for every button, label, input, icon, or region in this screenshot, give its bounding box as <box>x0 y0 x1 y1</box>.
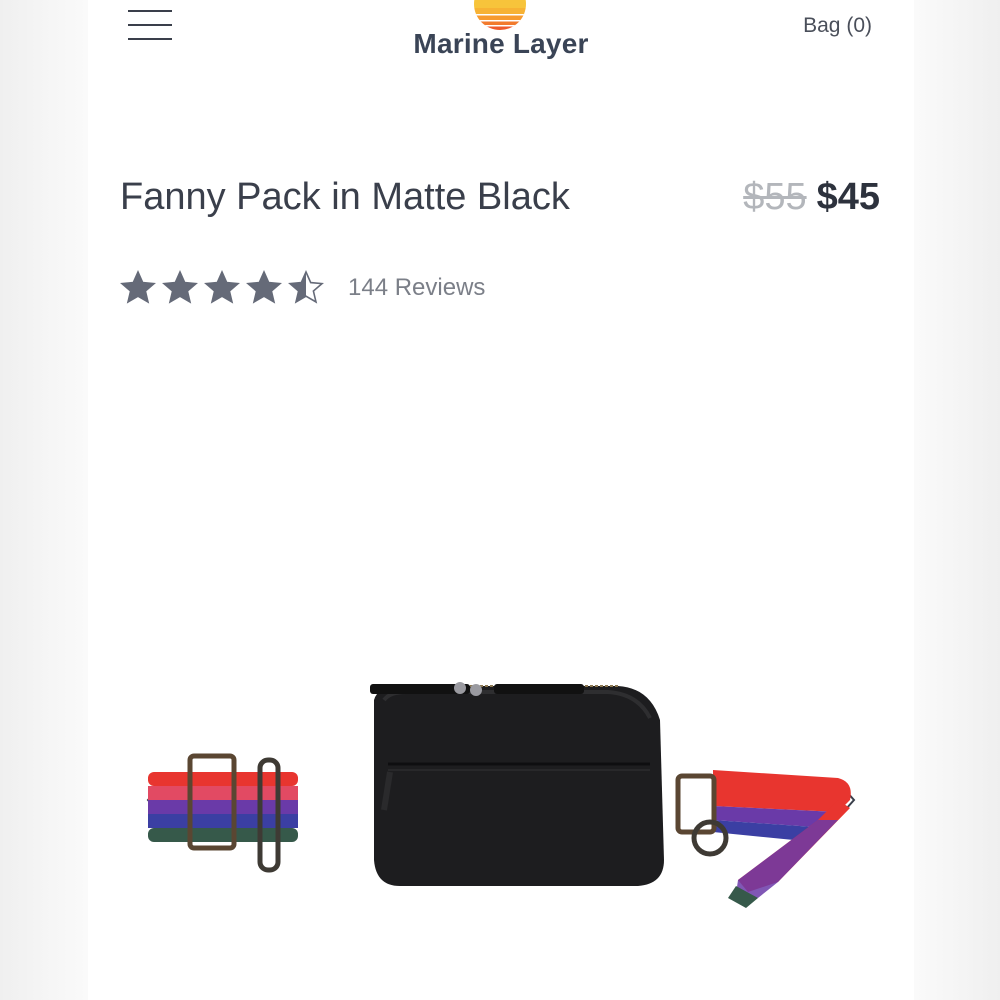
bag-link[interactable]: Bag (0) <box>803 14 872 38</box>
product-page: Marine Layer Bag (0) Fanny Pack in Matte… <box>88 0 914 1000</box>
original-price: $55 <box>743 176 807 218</box>
left-strap <box>148 753 298 873</box>
star-icon <box>288 270 324 304</box>
rating-row: 144 Reviews <box>120 266 485 310</box>
logo-sun-icon[interactable] <box>474 0 526 30</box>
right-strap <box>675 770 851 908</box>
reviews-link[interactable]: 144 Reviews <box>348 274 485 302</box>
product-image[interactable] <box>138 660 874 910</box>
left-backdrop <box>0 0 88 1000</box>
star-icon <box>204 270 240 304</box>
price: $55 $45 <box>743 176 880 219</box>
brand-name[interactable]: Marine Layer <box>88 28 914 60</box>
bag-body <box>370 682 664 886</box>
star-icon <box>162 270 198 304</box>
product-title: Fanny Pack in Matte Black <box>120 176 570 218</box>
star-icon <box>246 270 282 304</box>
sale-price: $45 <box>816 176 880 218</box>
star-icon <box>120 270 156 304</box>
star-rating[interactable] <box>120 270 324 306</box>
right-backdrop <box>914 0 1000 1000</box>
